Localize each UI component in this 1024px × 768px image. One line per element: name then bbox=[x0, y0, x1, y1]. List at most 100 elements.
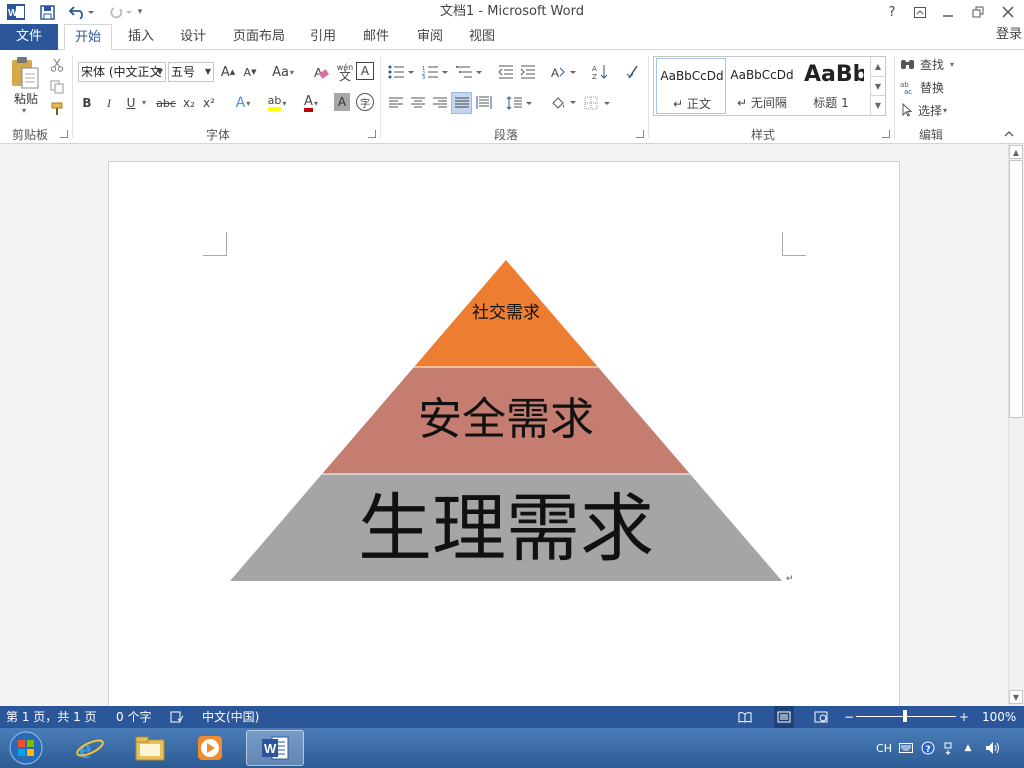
styles-more-icon[interactable]: ▼ bbox=[871, 95, 885, 114]
align-right-icon[interactable] bbox=[430, 92, 450, 114]
highlight-button[interactable]: ab ▾ bbox=[262, 92, 292, 114]
select-button[interactable]: 选择 ▾ bbox=[900, 99, 962, 121]
internet-explorer-icon[interactable]: e bbox=[70, 730, 110, 766]
print-layout-icon[interactable] bbox=[774, 706, 794, 728]
pyramid-diagram[interactable]: 社交需求 安全需求 生理需求 bbox=[230, 260, 782, 582]
align-center-icon[interactable] bbox=[408, 92, 428, 114]
tab-review[interactable]: 审阅 bbox=[412, 24, 448, 50]
grow-font-icon[interactable]: A ▲ bbox=[218, 61, 238, 83]
decrease-indent-icon[interactable] bbox=[496, 61, 516, 83]
scrollbar-thumb[interactable] bbox=[1009, 160, 1023, 418]
close-icon[interactable] bbox=[994, 0, 1022, 24]
replace-button[interactable]: ab ac 替换 bbox=[900, 76, 962, 98]
format-painter-icon[interactable] bbox=[50, 102, 66, 118]
line-spacing-icon[interactable] bbox=[504, 92, 534, 114]
style-normal[interactable]: AaBbCcDd ↵ 正文 bbox=[656, 58, 726, 114]
font-color-button[interactable]: A ▾ bbox=[296, 92, 326, 114]
media-player-icon[interactable] bbox=[190, 730, 230, 766]
text-effects-button[interactable]: A ▾ bbox=[230, 92, 256, 114]
sort-icon[interactable]: AZ bbox=[590, 61, 610, 83]
justify-icon[interactable] bbox=[451, 92, 472, 114]
paste-icon[interactable] bbox=[8, 56, 44, 90]
underline-dropdown-icon[interactable]: ▾ bbox=[142, 98, 150, 108]
volume-icon[interactable] bbox=[984, 740, 1002, 756]
help-icon[interactable]: ? bbox=[878, 0, 906, 24]
tab-page-layout[interactable]: 页面布局 bbox=[230, 24, 288, 50]
language-indicator[interactable]: 中文(中国) bbox=[202, 706, 272, 728]
ime-settings-icon[interactable] bbox=[942, 740, 956, 756]
tab-insert[interactable]: 插入 bbox=[124, 24, 158, 50]
paragraph-launcher-icon[interactable] bbox=[636, 130, 644, 138]
character-shading-button[interactable]: A bbox=[334, 93, 350, 111]
undo-icon[interactable] bbox=[66, 2, 96, 22]
font-name-combo[interactable]: 宋体 (中文正文 ▼ bbox=[78, 62, 166, 82]
style-no-spacing[interactable]: AaBbCcDd ↵ 无间隔 bbox=[727, 58, 797, 114]
strikethrough-button[interactable]: abc bbox=[154, 92, 178, 114]
keyboard-icon[interactable] bbox=[898, 740, 914, 756]
style-heading-1[interactable]: AaBb 标题 1 bbox=[798, 58, 864, 114]
distributed-icon[interactable] bbox=[474, 92, 494, 114]
styles-scroll-down-icon[interactable]: ▼ bbox=[871, 76, 885, 95]
shading-icon[interactable] bbox=[548, 92, 578, 114]
tab-design[interactable]: 设计 bbox=[176, 24, 210, 50]
zoom-out-button[interactable]: − bbox=[844, 706, 854, 728]
bold-button[interactable]: B bbox=[78, 92, 96, 114]
font-size-dropdown-icon[interactable]: ▼ bbox=[205, 63, 211, 81]
styles-scroll-up-icon[interactable]: ▲ bbox=[871, 57, 885, 76]
italic-button[interactable]: I bbox=[100, 92, 118, 114]
proofing-icon[interactable] bbox=[170, 706, 186, 728]
zoom-in-button[interactable]: + bbox=[958, 706, 970, 728]
show-formatting-marks-icon[interactable] bbox=[622, 61, 642, 83]
asian-layout-icon[interactable]: A bbox=[548, 61, 578, 83]
save-icon[interactable] bbox=[36, 2, 58, 22]
shrink-font-icon[interactable]: A ▼ bbox=[240, 61, 260, 83]
help-tray-icon[interactable]: ? bbox=[920, 740, 936, 756]
underline-button[interactable]: U bbox=[122, 92, 140, 114]
cut-icon[interactable] bbox=[50, 58, 66, 74]
zoom-slider-thumb[interactable] bbox=[903, 710, 907, 722]
clipboard-launcher-icon[interactable] bbox=[60, 130, 68, 138]
borders-icon[interactable] bbox=[582, 92, 612, 114]
scroll-up-icon[interactable]: ▲ bbox=[1009, 145, 1023, 159]
zoom-level[interactable]: 100% bbox=[982, 706, 1018, 728]
increase-indent-icon[interactable] bbox=[518, 61, 538, 83]
show-hidden-icons-icon[interactable]: ▲ bbox=[962, 740, 974, 756]
subscript-button[interactable]: x₂ bbox=[180, 92, 198, 114]
page-count[interactable]: 第 1 页，共 1 页 bbox=[6, 706, 106, 728]
tab-references[interactable]: 引用 bbox=[306, 24, 340, 50]
ribbon-display-icon[interactable] bbox=[906, 0, 934, 24]
customize-qat-icon[interactable]: ▾ bbox=[134, 2, 146, 22]
copy-icon[interactable] bbox=[50, 80, 66, 96]
tab-file[interactable]: 文件 bbox=[0, 24, 58, 50]
styles-launcher-icon[interactable] bbox=[882, 130, 890, 138]
phonetic-guide-button[interactable]: wén 文 bbox=[334, 61, 356, 83]
font-launcher-icon[interactable] bbox=[368, 130, 376, 138]
tab-view[interactable]: 视图 bbox=[464, 24, 500, 50]
find-button[interactable]: 查找 ▾ bbox=[900, 53, 962, 75]
clear-formatting-icon[interactable]: A bbox=[310, 61, 332, 83]
web-layout-icon[interactable] bbox=[814, 706, 830, 728]
restore-icon[interactable] bbox=[964, 0, 992, 24]
scroll-down-icon[interactable]: ▼ bbox=[1009, 690, 1023, 704]
enclose-characters-button[interactable]: 字 bbox=[356, 93, 374, 111]
paste-button[interactable]: 粘贴 bbox=[8, 90, 44, 106]
file-explorer-icon[interactable] bbox=[130, 730, 170, 766]
change-case-button[interactable]: Aa ▾ bbox=[268, 61, 298, 83]
redo-icon[interactable] bbox=[104, 2, 134, 22]
word-taskbar-icon[interactable]: W bbox=[246, 730, 304, 766]
character-border-button[interactable]: A bbox=[356, 62, 374, 80]
paste-dropdown-icon[interactable]: ▾ bbox=[22, 106, 32, 116]
login-link[interactable]: 登录 bbox=[994, 22, 1024, 48]
numbering-icon[interactable]: 123 bbox=[420, 61, 450, 83]
start-button-icon[interactable] bbox=[4, 730, 48, 766]
minimize-icon[interactable] bbox=[934, 0, 962, 24]
multilevel-list-icon[interactable] bbox=[454, 61, 484, 83]
word-app-icon[interactable]: W bbox=[4, 2, 28, 22]
tab-home[interactable]: 开始 bbox=[64, 24, 112, 51]
tab-mailings[interactable]: 邮件 bbox=[358, 24, 394, 50]
bullets-icon[interactable] bbox=[386, 61, 416, 83]
align-left-icon[interactable] bbox=[386, 92, 406, 114]
font-size-combo[interactable]: 五号 ▼ bbox=[168, 62, 214, 82]
superscript-button[interactable]: x² bbox=[200, 92, 218, 114]
font-name-dropdown-icon[interactable]: ▼ bbox=[157, 63, 163, 81]
